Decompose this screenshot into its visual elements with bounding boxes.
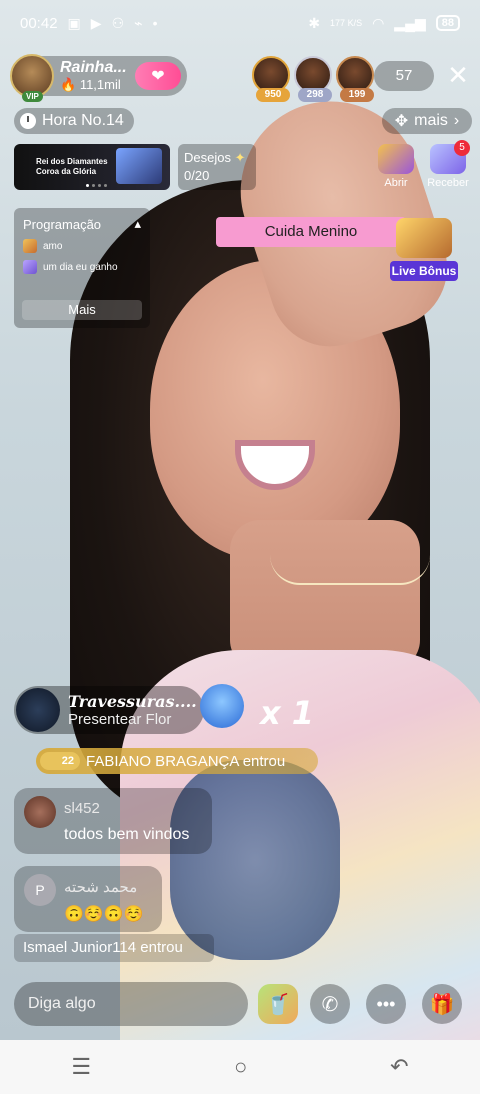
system-message: Ismael Junior114 entrou — [14, 934, 214, 962]
hour-rank-pill[interactable]: Hora No.14 — [14, 108, 134, 134]
banner-line-1: Rei dos Diamantes — [36, 157, 108, 166]
user-entered-banner: 22 FABIANO BRAGANÇA entrou — [36, 748, 318, 774]
chat-text: todos bem vindos — [64, 826, 190, 843]
sparkle-icon: ✦ — [234, 150, 246, 165]
banner-text: Rei dos Diamantes Coroa da Glória — [14, 157, 108, 177]
video-necklace — [270, 555, 430, 585]
follow-button[interactable]: ❤ — [135, 62, 181, 90]
top-viewer-3[interactable]: 199 — [336, 56, 374, 102]
top-viewer-2[interactable]: 298 — [294, 56, 332, 102]
schedule-more-button[interactable]: Mais — [22, 300, 142, 320]
top-viewer-1[interactable]: 950 — [252, 56, 290, 102]
viewer-badge: 950 — [256, 88, 290, 102]
sim-icon: ⚇ — [111, 14, 125, 31]
dot-icon: • — [152, 15, 158, 31]
chat-text: 🙃☺️🙃☺️ — [64, 906, 144, 923]
system-nav-bar: ☰ ○ ↶ — [0, 1040, 480, 1094]
phone-video-icon: ✆ — [321, 993, 339, 1016]
user-entered-text: FABIANO BRAGANÇA entrou — [86, 752, 286, 770]
treasure-chest-icon — [396, 218, 452, 258]
more-button[interactable]: ✥ mais › — [382, 108, 472, 134]
banner-line-2: Coroa da Glória — [36, 167, 97, 176]
chat-avatar[interactable] — [24, 796, 56, 828]
top-viewers: 950 298 199 — [252, 56, 374, 102]
live-bonus-button[interactable]: Live Bônus — [390, 218, 458, 281]
bluetooth-icon: ✱ — [308, 14, 321, 31]
home-icon[interactable]: ○ — [234, 1054, 247, 1080]
host-avatar[interactable]: VIP — [10, 54, 54, 102]
schedule-panel: Programação ▴ amo um dia eu ganho Mais — [14, 208, 150, 328]
host-card[interactable]: VIP Rainha... 🔥 11,1mil ❤ — [10, 54, 187, 102]
open-label: Abrir — [384, 177, 408, 189]
pinned-message-tag[interactable]: Cuida Menino — [216, 217, 406, 247]
schedule-item-label: um dia eu ganho — [43, 261, 118, 273]
schedule-item-label: amo — [43, 240, 63, 252]
schedule-item: um dia eu ganho — [23, 260, 141, 274]
rose-gift-icon — [200, 684, 244, 728]
chest-icon — [378, 144, 414, 174]
hour-rank-label: Hora No.14 — [42, 112, 124, 129]
video-neck — [230, 520, 420, 670]
host-fans-count: 11,1mil — [79, 77, 121, 92]
back-icon[interactable]: ↶ — [390, 1054, 408, 1080]
chevron-right-icon: › — [453, 112, 460, 129]
wings-heart-icon: ❤ — [151, 68, 165, 85]
open-chest-button[interactable]: Abrir — [374, 144, 418, 189]
video-icon: ▶ — [90, 14, 102, 31]
chat-username: محمد شحته — [64, 879, 138, 896]
event-banner[interactable]: Rei dos Diamantes Coroa da Glória — [14, 144, 170, 190]
banner-dots — [86, 184, 107, 187]
status-time: 00:42 — [20, 14, 58, 32]
wishes-count: 0/20 — [184, 168, 210, 183]
host-fans: 🔥 11,1mil — [60, 77, 121, 92]
viewer-badge: 199 — [340, 88, 374, 102]
live-bonus-label: Live Bônus — [390, 261, 458, 281]
host-name: Rainha... — [60, 59, 127, 76]
gift-notification: Travessuras.... Presentear Flor — [14, 686, 204, 734]
wishes-box[interactable]: Desejos ✦ 0/20 — [178, 144, 256, 190]
schedule-title: Programação — [23, 216, 102, 232]
schedule-item: amo — [23, 239, 141, 253]
banner-art — [116, 148, 162, 184]
wishes-title: Desejos — [184, 150, 231, 165]
gift-count: x 1 — [260, 694, 315, 732]
close-icon[interactable]: ✕ — [444, 60, 472, 90]
network-speed: 177 K/S — [330, 17, 363, 28]
schedule-item-icon — [23, 239, 37, 253]
user-level-badge: 22 — [40, 752, 80, 770]
receive-label: Receber — [427, 177, 469, 189]
chat-message[interactable]: P محمد شحته 🙃☺️🙃☺️ — [14, 866, 162, 932]
gift-sender-avatar[interactable] — [16, 688, 60, 732]
signal-icon: ▂▄▆ — [394, 14, 426, 31]
gift-action: Presentear Flor — [68, 711, 172, 728]
receive-button[interactable]: 5 Receber — [426, 140, 470, 189]
chat-message[interactable]: sl452 todos bem vindos — [14, 788, 212, 854]
gift-sender-name: Travessuras.... — [68, 692, 197, 711]
video-call-button[interactable]: ✆ — [310, 984, 350, 1024]
vibration-icon: ▣ — [67, 14, 81, 31]
drink-icon: 🥤 — [265, 993, 291, 1016]
broom-icon: ⌁ — [134, 14, 143, 31]
viewer-count[interactable]: 57 — [374, 61, 434, 91]
menu-icon[interactable]: ☰ — [71, 1054, 91, 1080]
more-label: mais — [414, 112, 448, 129]
ellipsis-icon: ••• — [376, 993, 396, 1014]
schedule-item-icon — [23, 260, 37, 274]
collapse-icon[interactable]: ▴ — [134, 216, 141, 232]
viewer-badge: 298 — [298, 88, 332, 102]
status-bar: 00:42 ▣ ▶ ⚇ ⌁ • ✱ 177 K/S ◠ ▂▄▆ 88 — [0, 0, 480, 46]
drink-gift-button[interactable]: 🥤 — [258, 984, 298, 1024]
more-options-button[interactable]: ••• — [366, 984, 406, 1024]
vip-badge: VIP — [22, 91, 43, 102]
wifi-icon: ◠ — [372, 14, 385, 31]
battery-indicator: 88 — [435, 15, 460, 31]
comment-input[interactable]: Diga algo — [14, 982, 248, 1026]
grid-icon: ✥ — [394, 113, 409, 130]
chat-avatar[interactable]: P — [24, 874, 56, 906]
gift-button[interactable]: 🎁 — [422, 984, 462, 1024]
notification-badge: 5 — [454, 140, 470, 156]
clock-icon — [20, 113, 36, 129]
gift-icon: 🎁 — [429, 993, 455, 1016]
chat-username: sl452 — [64, 800, 100, 817]
